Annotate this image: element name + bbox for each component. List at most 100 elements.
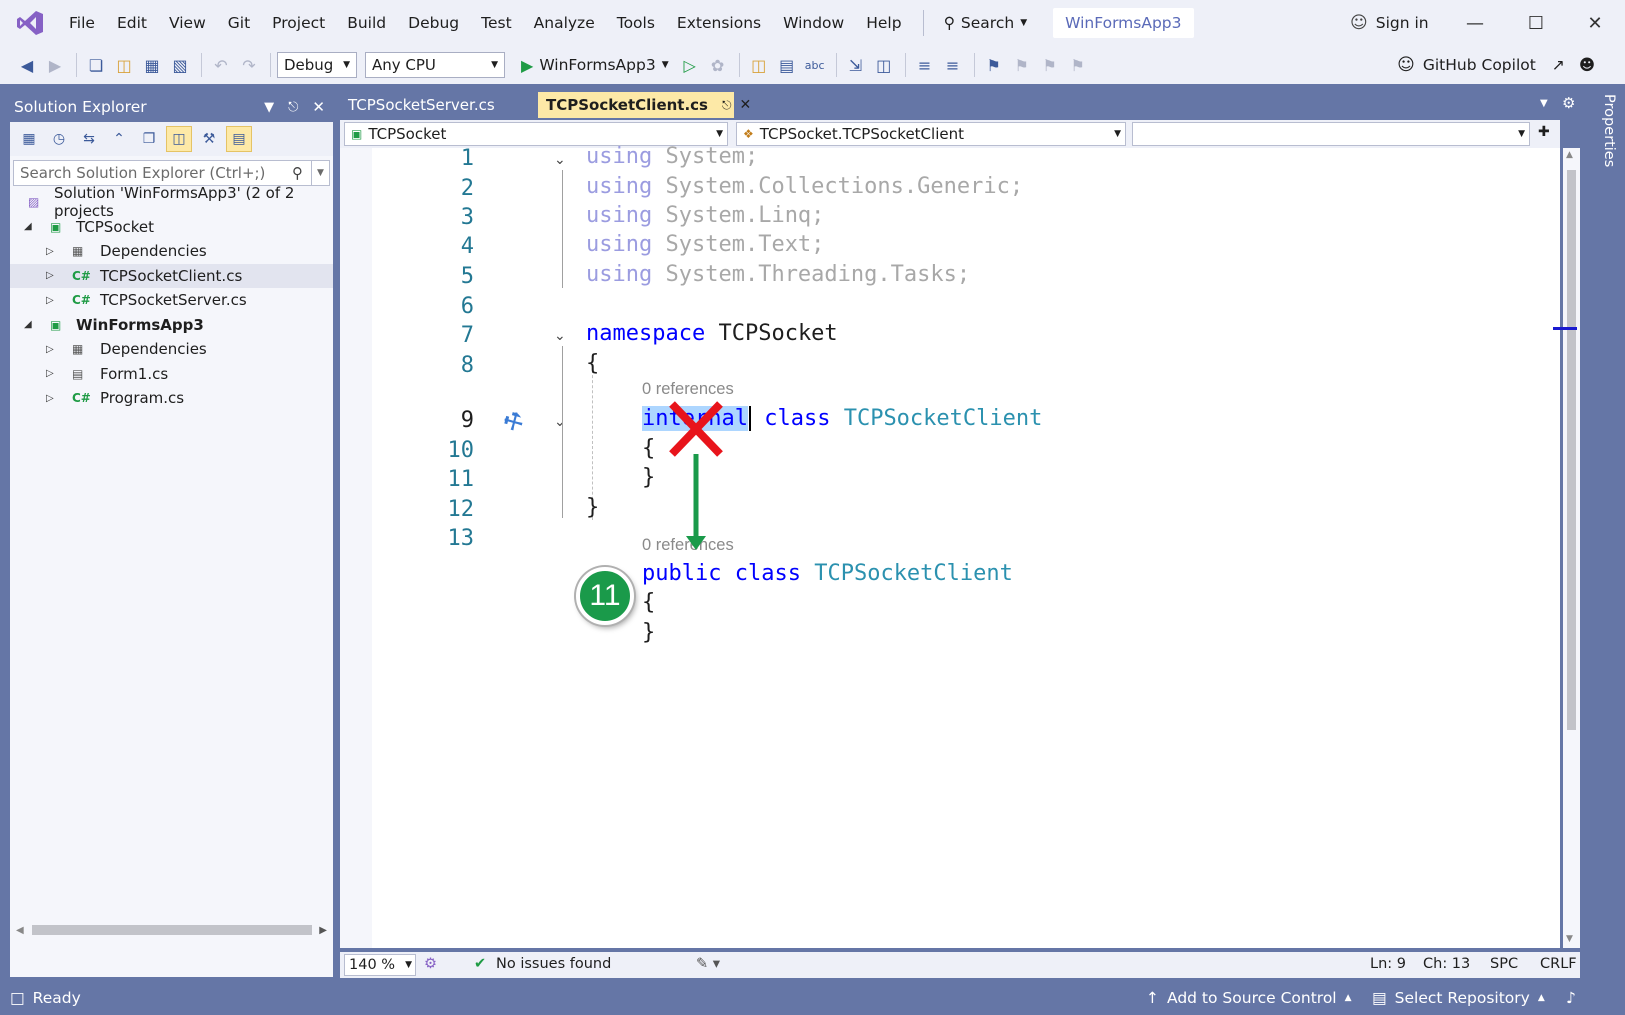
menu-tools[interactable]: Tools xyxy=(606,0,666,46)
undo-icon[interactable]: ↶ xyxy=(208,52,234,78)
line-endings[interactable]: CRLF xyxy=(1540,956,1577,972)
type-dropdown[interactable]: ❖ TCPSocket.TCPSocketClient ▼ xyxy=(736,122,1126,146)
solution-explorer-search-input[interactable]: Search Solution Explorer (Ctrl+;) ⚲ ▼ xyxy=(13,160,330,186)
search-options-dropdown[interactable]: ▼ xyxy=(311,161,329,185)
start-debugging-button[interactable]: ▶ WinFormsApp3 ▼ xyxy=(521,56,669,75)
scrollbar-thumb[interactable] xyxy=(32,925,312,935)
visual-studio-logo-icon[interactable] xyxy=(16,9,44,37)
menu-window[interactable]: Window xyxy=(772,0,855,46)
notifications-button[interactable]: ♪ xyxy=(1566,980,1576,1015)
sign-in-button[interactable]: ☺ Sign in xyxy=(1350,0,1429,46)
window-position-icon[interactable]: ▼ xyxy=(264,100,274,115)
share-icon[interactable]: ↗ xyxy=(1552,56,1565,74)
add-to-source-control-button[interactable]: ↑ Add to Source Control ▲ xyxy=(1146,980,1352,1015)
codelens-references[interactable]: 0 references xyxy=(642,380,734,399)
pending-changes-filter-icon[interactable]: ◷ xyxy=(46,126,72,152)
tree-item-program[interactable]: ▷ C# Program.cs xyxy=(10,386,333,411)
horizontal-scrollbar[interactable]: ◀ ▶ xyxy=(10,921,333,939)
bookmark-icon[interactable]: ⚑ xyxy=(981,52,1007,78)
properties-side-tab[interactable]: Properties xyxy=(1585,90,1617,200)
tree-item-project-winformsapp3[interactable]: ◢ ▣ WinFormsApp3 xyxy=(10,313,333,338)
pin-icon[interactable]: ⎋ xyxy=(722,98,732,113)
maximize-button[interactable]: ☐ xyxy=(1507,0,1565,46)
expanded-arrow-icon[interactable]: ◢ xyxy=(24,221,32,232)
menu-git[interactable]: Git xyxy=(217,0,261,46)
save-all-icon[interactable]: ▧ xyxy=(167,52,193,78)
collapse-chevron-icon[interactable]: ⌄ xyxy=(554,152,566,168)
tab-tcpsocketclient[interactable]: TCPSocketClient.cs ⎋ ✕ xyxy=(538,92,751,118)
navigate-forward-icon[interactable]: ▶ xyxy=(42,52,68,78)
tree-item-dependencies[interactable]: ▷ ▦ Dependencies xyxy=(10,239,333,264)
step-into-icon[interactable]: ⇲ xyxy=(843,52,869,78)
browse-folder-icon[interactable]: ◫ xyxy=(746,52,772,78)
tree-view-icon[interactable]: ◫ xyxy=(166,126,192,152)
scroll-down-icon[interactable]: ▼ xyxy=(1566,934,1573,944)
collapsed-arrow-icon[interactable]: ▷ xyxy=(46,295,54,306)
prev-bookmark-icon[interactable]: ⚑ xyxy=(1009,52,1035,78)
tree-item-tcpsocketclient[interactable]: ▷ C# TCPSocketClient.cs xyxy=(10,263,333,288)
tab-tcpsocketserver[interactable]: TCPSocketServer.cs xyxy=(340,92,503,118)
save-icon[interactable]: ▦ xyxy=(139,52,165,78)
output-window-icon[interactable]: □ xyxy=(10,989,25,1007)
scroll-up-icon[interactable]: ▲ xyxy=(1566,150,1573,160)
layout-icon[interactable]: ▤ xyxy=(774,52,800,78)
scroll-left-icon[interactable]: ◀ xyxy=(16,925,24,936)
indent-icon[interactable]: ≡ xyxy=(912,52,938,78)
pin-icon[interactable]: ⎋ xyxy=(288,100,298,115)
close-panel-icon[interactable]: ✕ xyxy=(312,98,325,116)
collapsed-arrow-icon[interactable]: ▷ xyxy=(46,393,54,404)
redo-icon[interactable]: ↷ xyxy=(236,52,262,78)
hot-reload-icon[interactable]: ✿ xyxy=(705,52,731,78)
expanded-arrow-icon[interactable]: ◢ xyxy=(24,319,32,330)
indentation-mode[interactable]: SPC xyxy=(1490,956,1518,972)
outdent-icon[interactable]: ≡ xyxy=(940,52,966,78)
start-without-debugging-icon[interactable]: ▷ xyxy=(677,52,703,78)
collapsed-arrow-icon[interactable]: ▷ xyxy=(46,270,54,281)
show-all-files-icon[interactable]: ❐ xyxy=(136,126,162,152)
close-window-button[interactable]: ✕ xyxy=(1566,0,1624,46)
collapsed-arrow-icon[interactable]: ▷ xyxy=(46,344,54,355)
tab-overflow-icon[interactable]: ▼ xyxy=(1540,98,1548,109)
split-window-icon[interactable]: ✚ xyxy=(1538,124,1550,140)
collapse-chevron-icon[interactable]: ⌄ xyxy=(554,414,566,430)
feedback-icon[interactable]: ☻ xyxy=(1579,56,1595,74)
member-dropdown[interactable]: ▼ xyxy=(1132,122,1530,146)
scroll-right-icon[interactable]: ▶ xyxy=(319,925,327,936)
collapsed-arrow-icon[interactable]: ▷ xyxy=(46,246,54,257)
navigate-back-icon[interactable]: ◀ xyxy=(14,52,40,78)
collapse-all-icon[interactable]: ⌃ xyxy=(106,126,132,152)
tree-item-tcpsocketserver[interactable]: ▷ C# TCPSocketServer.cs xyxy=(10,288,333,313)
tree-item-form1[interactable]: ▷ ▤ Form1.cs xyxy=(10,362,333,387)
menu-file[interactable]: File xyxy=(58,0,106,46)
search-button[interactable]: ⚲ Search ▼ xyxy=(934,14,1038,32)
menu-view[interactable]: View xyxy=(158,0,217,46)
new-project-icon[interactable]: ❏ xyxy=(83,52,109,78)
zoom-select[interactable]: 140 % ▼ xyxy=(344,954,416,976)
clear-bookmarks-icon[interactable]: ⚑ xyxy=(1065,52,1091,78)
sync-active-document-icon[interactable]: ⇆ xyxy=(76,126,102,152)
menu-extensions[interactable]: Extensions xyxy=(666,0,772,46)
menu-edit[interactable]: Edit xyxy=(106,0,158,46)
menu-help[interactable]: Help xyxy=(855,0,912,46)
github-copilot-button[interactable]: ☺ GitHub Copilot ↗ ☻ xyxy=(1397,46,1595,84)
tree-item-solution[interactable]: ▨ Solution 'WinFormsApp3' (2 of 2 projec… xyxy=(10,184,333,220)
menu-project[interactable]: Project xyxy=(261,0,336,46)
tree-item-dependencies[interactable]: ▷ ▦ Dependencies xyxy=(10,337,333,362)
minimize-button[interactable]: — xyxy=(1446,0,1504,46)
menu-debug[interactable]: Debug xyxy=(397,0,470,46)
compare-icon[interactable]: ◫ xyxy=(871,52,897,78)
spell-check-icon[interactable]: abc xyxy=(802,52,828,78)
next-bookmark-icon[interactable]: ⚑ xyxy=(1037,52,1063,78)
select-repository-button[interactable]: ▤ Select Repository ▲ xyxy=(1372,980,1545,1015)
quick-actions-screwdriver-icon[interactable]: ⚒ xyxy=(499,407,529,439)
properties-wrench-icon[interactable]: ⚒ xyxy=(196,126,222,152)
open-folder-icon[interactable]: ◫ xyxy=(111,52,137,78)
collapse-chevron-icon[interactable]: ⌄ xyxy=(554,328,566,344)
menu-analyze[interactable]: Analyze xyxy=(523,0,606,46)
close-tab-icon[interactable]: ✕ xyxy=(739,97,751,113)
issues-status[interactable]: No issues found xyxy=(496,956,611,972)
platform-select[interactable]: Any CPU ▼ xyxy=(365,52,505,78)
scrollbar-thumb[interactable] xyxy=(1567,170,1576,730)
menu-test[interactable]: Test xyxy=(470,0,523,46)
code-editor[interactable]: 1 2 3 4 5 6 7 8 9 10 11 12 13 ⚒ ⌄ ⌄ ⌄ us… xyxy=(340,144,1560,948)
